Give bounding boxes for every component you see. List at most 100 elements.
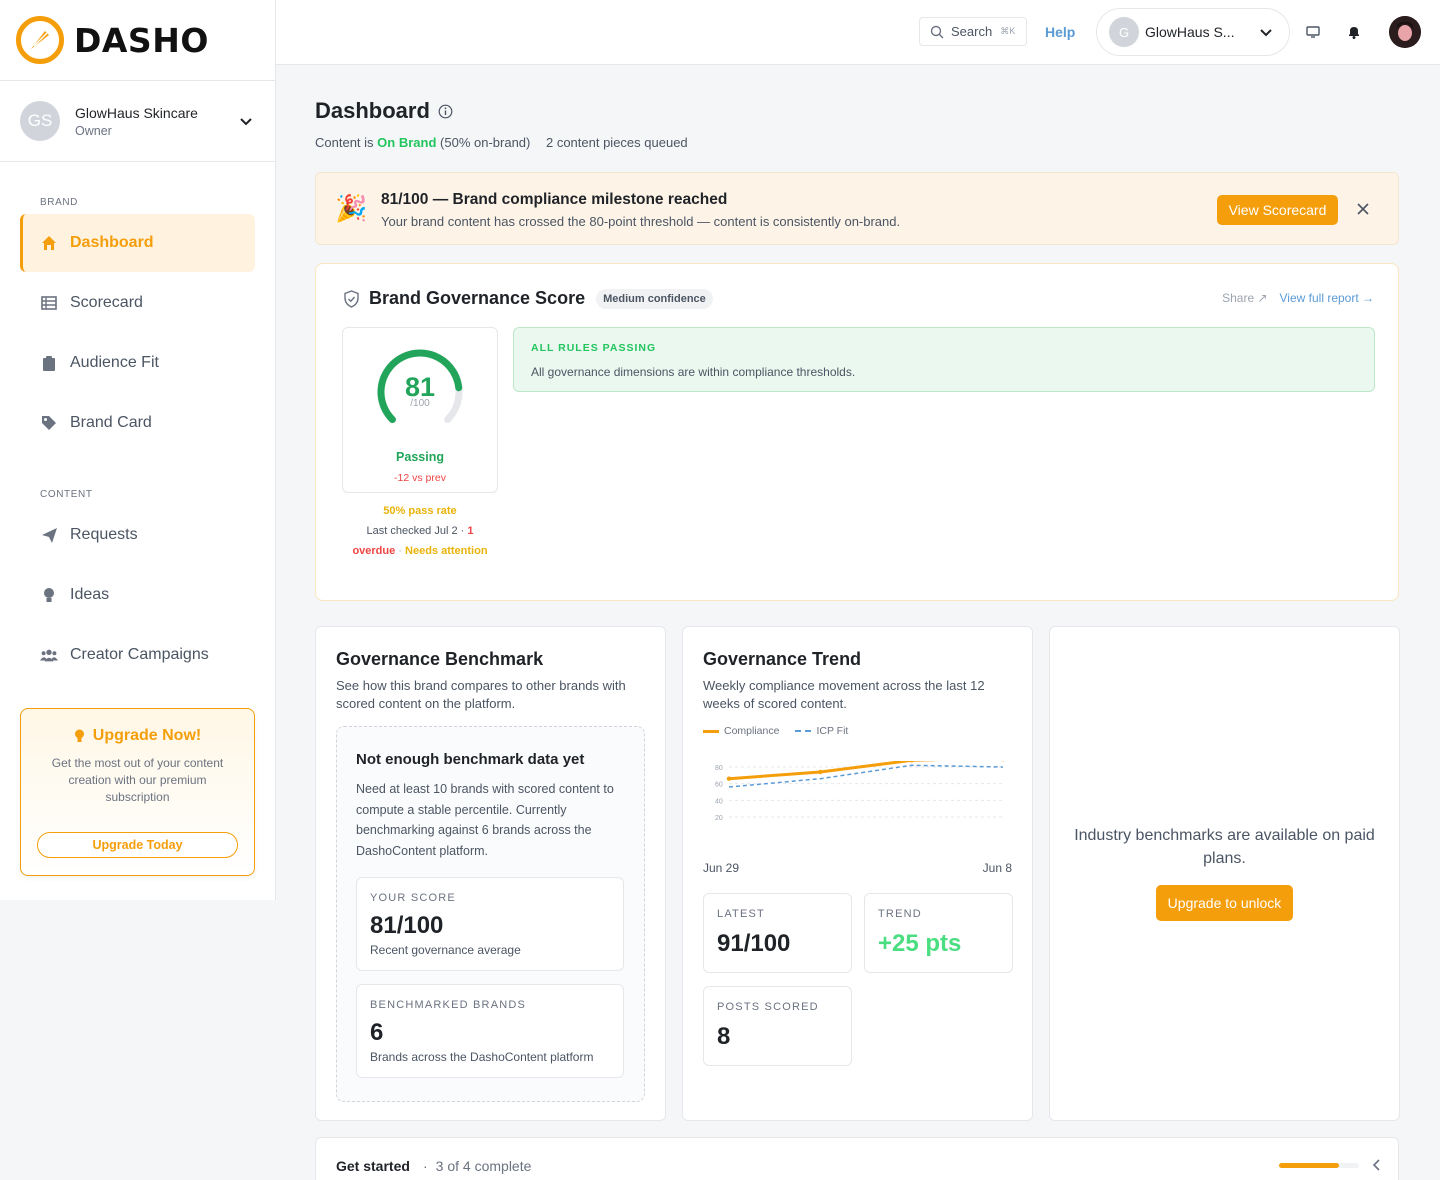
chevron-down-icon	[240, 118, 252, 126]
posts-scored-stat: POSTS SCORED 8	[703, 986, 852, 1066]
x-axis-end: Jun 8	[982, 861, 1012, 875]
pass-rate: 50% pass rate	[383, 505, 457, 517]
empty-title: Not enough benchmark data yet	[356, 751, 585, 768]
get-started-panel[interactable]: Get started · 3 of 4 complete	[315, 1137, 1399, 1180]
sidebar-item-label: Requests	[70, 526, 138, 543]
y-tick-label: 20	[715, 815, 723, 822]
x-axis-start: Jun 29	[703, 861, 740, 875]
sidebar-item-creator-campaigns[interactable]: Creator Campaigns	[20, 626, 255, 684]
sidebar-item-label: Scorecard	[70, 294, 143, 311]
get-started-progress-text: · 3 of 4 complete	[423, 1158, 532, 1174]
governance-score-card: Brand Governance Score Medium confidence…	[315, 263, 1399, 601]
close-icon[interactable]	[1356, 202, 1370, 216]
sidebar: DASHO GS GlowHaus Skincare Owner BRAND D…	[0, 0, 276, 900]
your-score-stat: YOUR SCORE 81/100 Recent governance aver…	[356, 877, 624, 971]
score-status: Passing	[396, 450, 444, 464]
lightbulb-icon	[74, 729, 84, 742]
chart-legend: Compliance ICP Fit	[703, 725, 848, 737]
search-input[interactable]: Search ⌘K	[919, 17, 1027, 46]
bell-icon[interactable]	[1346, 24, 1362, 40]
data-point[interactable]	[909, 761, 914, 763]
card-title: Governance Trend	[703, 649, 862, 669]
legend-icp-fit: ICP Fit	[795, 725, 848, 737]
score-delta: -12 vs prev	[394, 472, 446, 484]
nav-section-brand: BRAND	[40, 197, 79, 208]
legend-compliance: Compliance	[703, 725, 779, 737]
status-badge: On Brand	[377, 135, 437, 150]
rules-title: ALL RULES PASSING	[531, 342, 657, 354]
upgrade-title: Upgrade Now!	[21, 727, 254, 745]
logo-icon	[16, 16, 64, 64]
sidebar-item-label: Creator Campaigns	[70, 646, 209, 663]
sidebar-item-label: Audience Fit	[70, 354, 159, 371]
chevron-down-icon	[1260, 29, 1272, 37]
rules-description: All governance dimensions are within com…	[531, 365, 856, 379]
data-point[interactable]	[818, 769, 823, 775]
needs-attention-label: Needs attention	[405, 545, 488, 557]
monitor-icon[interactable]	[1305, 24, 1321, 40]
top-bar: Search ⌘K Help G GlowHaus S...	[276, 0, 1440, 65]
queued-count: 2 content pieces queued	[545, 135, 688, 150]
governance-trend-card: Governance Trend Weekly compliance movem…	[682, 626, 1033, 1121]
account-name: GlowHaus Skincare	[75, 104, 198, 121]
card-title: Governance Benchmark	[336, 649, 544, 669]
view-scorecard-button[interactable]: View Scorecard	[1217, 195, 1338, 225]
y-tick-label: 60	[715, 782, 723, 789]
account-role: Owner	[75, 123, 112, 138]
benchmark-empty-state: Not enough benchmark data yet Need at le…	[336, 726, 645, 1102]
sidebar-item-dashboard[interactable]: Dashboard	[20, 214, 255, 272]
sidebar-item-ideas[interactable]: Ideas	[20, 566, 255, 624]
share-link[interactable]: Share ↗	[1222, 291, 1267, 305]
avatar: G	[1109, 17, 1139, 47]
series-line-compliance	[728, 761, 941, 781]
upgrade-description: Get the most out of your content creatio…	[51, 756, 224, 804]
help-link[interactable]: Help	[1045, 24, 1075, 40]
table-icon	[40, 294, 58, 312]
info-icon[interactable]	[438, 104, 453, 119]
party-icon: 🎉	[335, 193, 368, 223]
overdue-label: overdue	[352, 545, 396, 557]
brand-switcher[interactable]: G GlowHaus S...	[1096, 8, 1290, 56]
page-title: Dashboard	[315, 98, 453, 124]
empty-description: Need at least 10 brands with scored cont…	[356, 782, 614, 858]
view-full-report-link[interactable]: View full report →	[1280, 291, 1374, 305]
banner-title: 81/100 — Brand compliance milestone reac…	[381, 191, 728, 208]
data-point[interactable]	[726, 776, 732, 781]
y-tick-label: 80	[715, 765, 723, 772]
sidebar-item-label: Ideas	[70, 586, 110, 603]
sidebar-item-requests[interactable]: Requests	[20, 506, 255, 564]
score-details: 50% pass rate Last checked Jul 2 · 1 ove…	[342, 501, 498, 561]
overdue-count: 1	[467, 525, 474, 537]
clipboard-icon	[40, 354, 58, 372]
chevron-left-icon[interactable]	[1371, 1158, 1383, 1172]
upgrade-to-unlock-button[interactable]: Upgrade to unlock	[1155, 885, 1294, 921]
industry-benchmark-card: Industry benchmarks are available on pai…	[1049, 626, 1400, 1121]
logo[interactable]: DASHO	[0, 0, 275, 81]
tag-icon	[40, 414, 58, 432]
get-started-title: Get started	[336, 1158, 410, 1174]
user-avatar[interactable]	[1389, 16, 1421, 48]
governance-benchmark-card: Governance Benchmark See how this brand …	[315, 626, 666, 1121]
upgrade-today-button[interactable]: Upgrade Today	[37, 832, 238, 858]
users-icon	[40, 646, 58, 664]
trend-stat: TREND +25 pts	[864, 893, 1013, 973]
nav-section-content: CONTENT	[40, 489, 93, 500]
last-checked: Last checked Jul 2 ·	[366, 525, 465, 537]
sidebar-item-label: Dashboard	[70, 234, 154, 251]
paper-plane-icon	[40, 526, 58, 544]
sidebar-item-label: Brand Card	[70, 414, 152, 431]
milestone-banner: 🎉 81/100 — Brand compliance milestone re…	[315, 172, 1399, 245]
y-tick-label: 40	[715, 798, 723, 805]
score-denominator: /100	[410, 398, 430, 409]
progress-bar	[1279, 1163, 1359, 1168]
search-shortcut: ⌘K	[1000, 26, 1016, 36]
home-icon	[40, 234, 58, 252]
search-icon	[930, 25, 944, 38]
sidebar-item-scorecard[interactable]: Scorecard	[20, 274, 255, 332]
shield-icon	[344, 289, 359, 308]
sidebar-item-brand-card[interactable]: Brand Card	[20, 394, 255, 452]
account-switcher[interactable]: GS GlowHaus Skincare Owner	[0, 81, 275, 162]
governance-title: Brand Governance Score	[369, 288, 586, 308]
latest-stat: LATEST 91/100	[703, 893, 852, 973]
sidebar-item-audience-fit[interactable]: Audience Fit	[20, 334, 255, 392]
